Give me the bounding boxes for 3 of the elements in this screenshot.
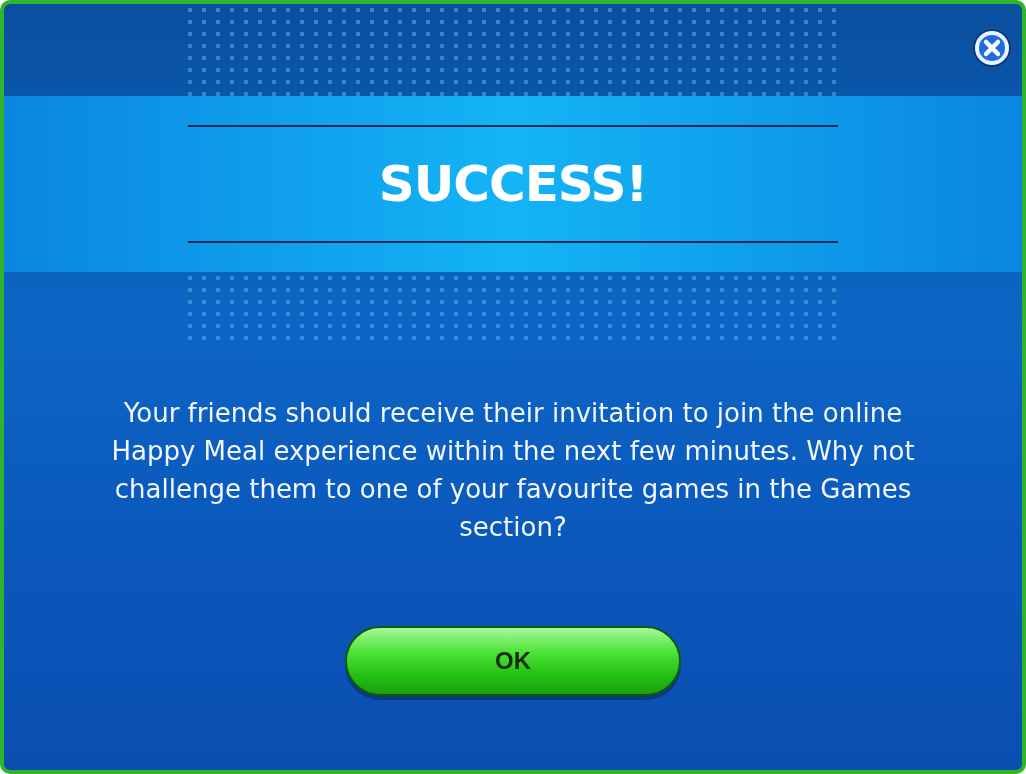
close-icon[interactable] — [972, 28, 1012, 68]
dialog-title: SUCCESS! — [378, 155, 648, 213]
message-text: Your friends should receive their invitation to join the online Happy Meal experience within the next few minutes. Why not challenge them to one of your favourite games in the Games section? — [110, 397, 916, 544]
